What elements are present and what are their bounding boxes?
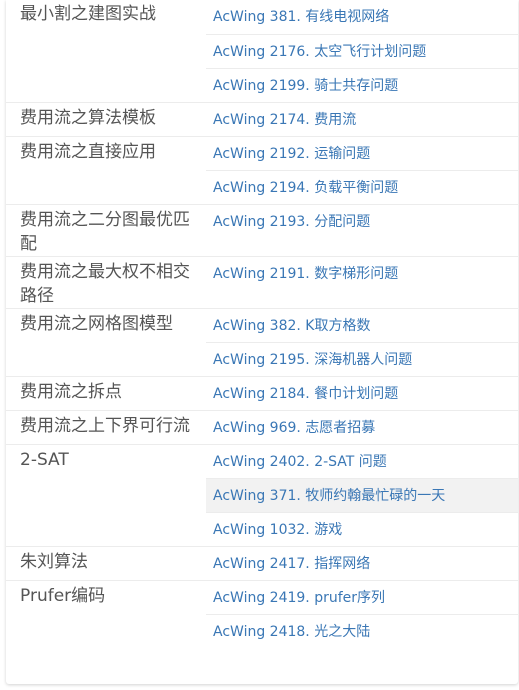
topic-name: 2-SAT bbox=[6, 444, 206, 547]
table-row: 最小割之建图实战 AcWing 381. 有线电视网络 bbox=[6, 0, 518, 35]
problem-link[interactable]: AcWing 2191. 数字梯形问题 bbox=[213, 265, 398, 283]
problem-link[interactable]: AcWing 1032. 游戏 bbox=[213, 521, 342, 539]
problem-link[interactable]: AcWing 2192. 运输问题 bbox=[213, 145, 370, 163]
topic-name: 费用流之最大权不相交路径 bbox=[6, 256, 206, 309]
topic-name: 费用流之二分图最优匹配 bbox=[6, 204, 206, 257]
problem-link[interactable]: AcWing 2184. 餐巾计划问题 bbox=[213, 385, 398, 403]
problem-link[interactable]: AcWing 2417. 指挥网络 bbox=[213, 555, 370, 573]
table-row: 费用流之拆点 AcWing 2184. 餐巾计划问题 bbox=[6, 376, 518, 411]
topic-name: 最小割之建图实战 bbox=[20, 4, 156, 24]
table-row: 2-SAT AcWing 2402. 2-SAT 问题 bbox=[6, 444, 518, 547]
problem-link[interactable]: AcWing 2418. 光之大陆 bbox=[213, 623, 370, 641]
problem-link[interactable]: AcWing 2419. prufer序列 bbox=[213, 589, 385, 607]
problem-link[interactable]: AcWing 2193. 分配问题 bbox=[213, 213, 370, 231]
table-row: 朱刘算法 AcWing 2417. 指挥网络 bbox=[6, 546, 518, 581]
table-row: 费用流之上下界可行流 AcWing 969. 志愿者招募 bbox=[6, 410, 518, 445]
topic-name: 费用流之拆点 bbox=[6, 376, 206, 411]
table-row: 费用流之直接应用 AcWing 2192. 运输问题 bbox=[6, 136, 518, 205]
problem-link[interactable]: AcWing 2199. 骑士共存问题 bbox=[213, 77, 398, 95]
problem-link[interactable]: AcWing 381. 有线电视网络 bbox=[213, 8, 389, 26]
problem-link[interactable]: AcWing 2174. 费用流 bbox=[213, 111, 356, 129]
table-row: 费用流之最大权不相交路径 AcWing 2191. 数字梯形问题 bbox=[6, 256, 518, 309]
problem-link[interactable]: AcWing 2176. 太空飞行计划问题 bbox=[213, 43, 426, 61]
topic-name: Prufer编码 bbox=[6, 580, 206, 648]
problem-link[interactable]: AcWing 382. K取方格数 bbox=[213, 317, 370, 335]
table-row: 费用流之算法模板 AcWing 2174. 费用流 bbox=[6, 102, 518, 137]
topic-name: 费用流之上下界可行流 bbox=[6, 410, 206, 445]
hovered-row: AcWing 371. 牧师约翰最忙碌的一天 bbox=[206, 478, 518, 513]
problem-list-panel: 最小割之建图实战 AcWing 381. 有线电视网络 AcWing 2176.… bbox=[6, 0, 518, 684]
table-row: 费用流之网格图模型 AcWing 382. K取方格数 bbox=[6, 308, 518, 377]
topic-name: 费用流之算法模板 bbox=[6, 102, 206, 137]
table-row: 费用流之二分图最优匹配 AcWing 2193. 分配问题 bbox=[6, 204, 518, 257]
topic-name: 费用流之直接应用 bbox=[6, 136, 206, 205]
problem-link[interactable]: AcWing 2402. 2-SAT 问题 bbox=[213, 453, 387, 471]
problem-link[interactable]: AcWing 2195. 深海机器人问题 bbox=[213, 351, 412, 369]
topic-name: 费用流之网格图模型 bbox=[6, 308, 206, 377]
problem-link[interactable]: AcWing 2194. 负载平衡问题 bbox=[213, 179, 398, 197]
topic-name: 朱刘算法 bbox=[6, 546, 206, 581]
table-row: Prufer编码 AcWing 2419. prufer序列 bbox=[6, 580, 518, 648]
problem-table: 最小割之建图实战 AcWing 381. 有线电视网络 AcWing 2176.… bbox=[6, 0, 518, 648]
problem-link[interactable]: AcWing 371. 牧师约翰最忙碌的一天 bbox=[213, 487, 445, 505]
problem-link[interactable]: AcWing 969. 志愿者招募 bbox=[213, 419, 375, 437]
